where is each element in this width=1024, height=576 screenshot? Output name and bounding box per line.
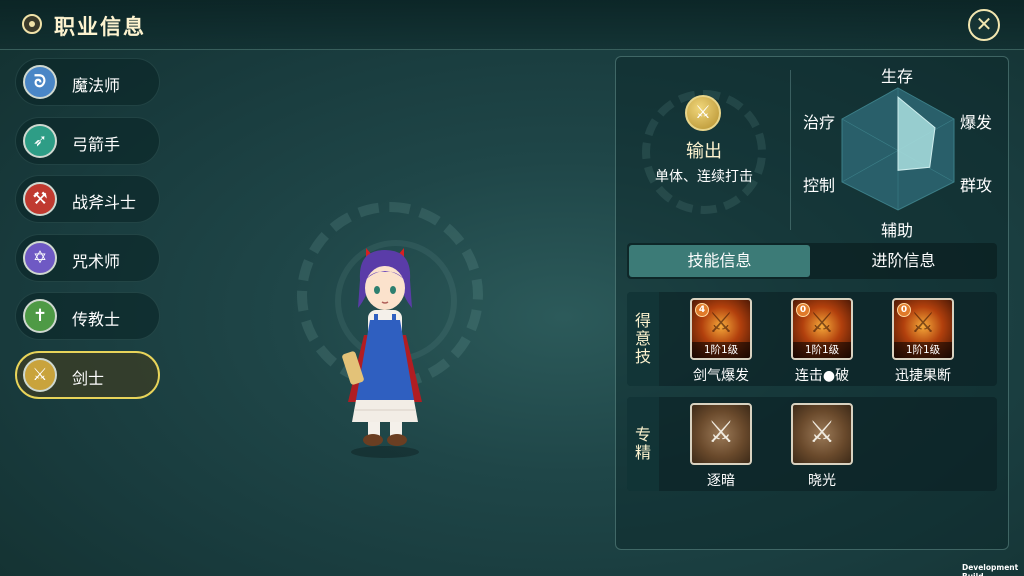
class-item-archer[interactable]: ➶ 弓箭手 [15,116,160,165]
class-label: 战斧斗士 [72,193,137,212]
hexagram-icon: ✡ [23,240,57,275]
skill-name: 逐暗 [707,473,735,489]
skill-level: 1阶1级 [894,342,952,358]
stat-radar-chart [841,87,955,211]
mastery-section: 专 精 ⚔ 逐暗 ⚔ 晓光 [627,397,997,491]
mastery-dawn[interactable]: ⚔ 晓光 [782,403,862,490]
panel-divider [790,70,791,230]
cross-icon: ✝ [23,299,57,333]
sword-icon: ⚔ [685,95,721,131]
skill-badge: 4 [695,303,709,317]
class-item-priest[interactable]: ✝ 传教士 [15,292,160,340]
page-title: 职业信息 [54,15,146,39]
top-bar: 职业信息 ✕ [0,0,1024,50]
stat-label-healing: 治疗 [803,113,836,132]
skill-name: 迅捷果断 [895,368,951,384]
skill-name: 晓光 [808,473,836,489]
class-item-warlock[interactable]: ✡ 咒术师 [15,233,160,282]
close-icon: ✕ [975,12,993,36]
stat-label-aoe: 群攻 [960,176,993,195]
sword-icon: ⚔ [23,357,57,392]
role-description: 单体、连续打击 [655,169,753,185]
skill-sword-qi-burst[interactable]: ⚔ 4 1阶1级 剑气爆发 [681,298,761,385]
skill-level: 1阶1级 [692,342,750,358]
class-item-swordsman[interactable]: ⚔ 剑士 [15,350,160,399]
mastery-dusk[interactable]: ⚔ 逐暗 [681,403,761,490]
development-build-label: Development Build [962,563,1019,576]
axe-icon: ⚒ [23,182,57,216]
staff-icon: ᘐ [23,65,57,99]
stat-label-survival: 生存 [881,67,914,86]
signature-skills-section: 得 意 技 ⚔ 4 1阶1级 剑气爆发 ⚔ 0 1阶1级 连击●破 ⚔ 0 1阶… [627,292,997,386]
role-name: 输出 [686,141,722,162]
skill-name: 连击●破 [794,368,850,384]
class-label: 弓箭手 [72,134,121,154]
sun-sword-icon: ⚔ [791,403,853,465]
info-tabs: 技能信息 进阶信息 [627,243,997,279]
class-item-axe-fighter[interactable]: ⚒ 战斧斗士 [15,175,160,223]
stat-label-burst: 爆发 [960,113,993,132]
skill-name: 剑气爆发 [693,368,749,384]
section-label: 得 意 技 [627,292,659,386]
moon-sword-icon: ⚔ [690,403,752,465]
bow-icon: ➶ [23,123,57,158]
stat-label-support: 辅助 [881,221,914,240]
skill-combo-break[interactable]: ⚔ 0 1阶1级 连击●破 [782,298,862,385]
close-button[interactable]: ✕ [968,9,1000,41]
class-label: 剑士 [72,368,105,388]
combo-break-icon: ⚔ 0 1阶1级 [791,298,853,360]
tab-skills[interactable]: 技能信息 [629,245,810,277]
tab-advanced[interactable]: 进阶信息 [813,245,994,277]
class-list: ᘐ 魔法师 ➶ 弓箭手 ⚒ 战斧斗士 ✡ 咒术师 ✝ 传教士 ⚔ 剑士 [15,58,160,409]
character-model[interactable] [330,240,440,460]
class-item-mage[interactable]: ᘐ 魔法师 [15,58,160,106]
swift-strike-icon: ⚔ 0 1阶1级 [892,298,954,360]
class-label: 传教士 [72,310,121,329]
stat-label-control: 控制 [803,176,836,195]
skill-badge: 0 [897,303,911,317]
role-summary: ⚔ 输出 单体、连续打击 [626,80,786,220]
skill-badge: 0 [796,303,810,317]
section-label: 专 精 [627,397,659,491]
class-label: 咒术师 [72,251,121,271]
sword-qi-burst-icon: ⚔ 4 1阶1级 [690,298,752,360]
skill-swift-strike[interactable]: ⚔ 0 1阶1级 迅捷果断 [883,298,963,385]
class-label: 魔法师 [72,76,121,95]
emblem-icon [22,14,42,34]
skill-level: 1阶1级 [793,342,851,358]
